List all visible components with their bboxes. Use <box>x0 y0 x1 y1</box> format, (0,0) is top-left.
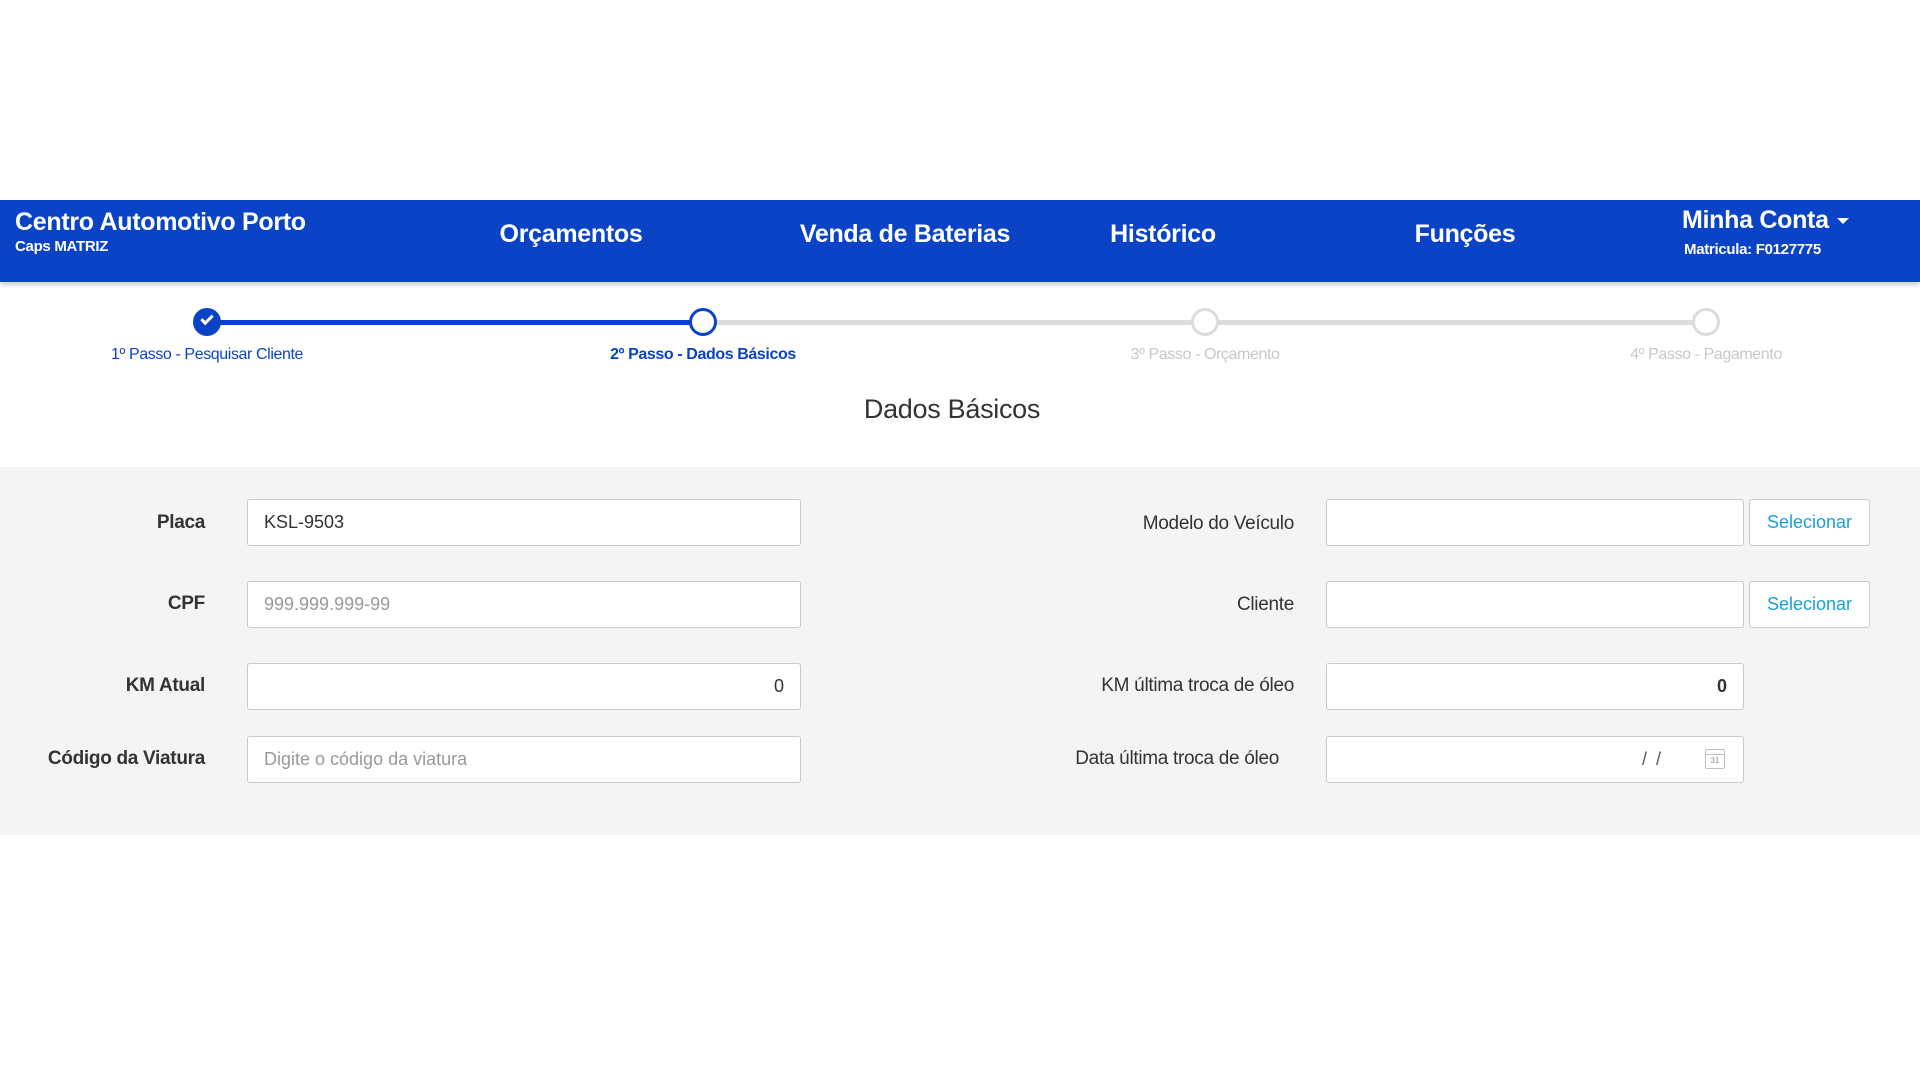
cpf-label: CPF <box>167 593 205 614</box>
km-atual-label: KM Atual <box>125 675 206 696</box>
account-label: Minha Conta <box>1682 206 1829 234</box>
step-3-label: 3º Passo - Orçamento <box>1130 346 1280 363</box>
brand[interactable]: Centro Automotivo Porto Caps MATRIZ <box>15 208 306 255</box>
km-ultima-troca-label: KM última troca de óleo <box>1101 675 1294 696</box>
km-atual-input[interactable] <box>247 663 801 710</box>
brand-name: Centro Automotivo Porto <box>15 208 306 236</box>
page-title: Dados Básicos <box>863 394 1041 424</box>
placa-input[interactable] <box>247 499 801 546</box>
nav-orcamentos[interactable]: Orçamentos <box>500 220 643 249</box>
nav-historico[interactable]: Histórico <box>1110 220 1216 249</box>
basic-data-form: Placa CPF KM Atual Código da Viatura Mod… <box>0 467 1920 835</box>
step-2-label: 2º Passo - Dados Básicos <box>610 346 796 363</box>
step-4-circle-icon <box>1692 308 1720 336</box>
date-value: / / <box>1641 749 1663 769</box>
km-ultima-troca-input[interactable] <box>1326 663 1744 710</box>
cliente-label: Cliente <box>1236 594 1294 615</box>
account-dropdown[interactable]: Minha Conta <box>1682 206 1849 235</box>
nav-venda-baterias[interactable]: Venda de Baterias <box>800 220 1011 249</box>
modelo-veiculo-input[interactable] <box>1326 499 1744 546</box>
step-3-circle-icon <box>1191 308 1219 336</box>
data-ultima-troca-label: Data última troca de óleo <box>1075 748 1279 769</box>
step-1-check-icon[interactable] <box>193 308 221 336</box>
step-2-circle-icon[interactable] <box>689 308 717 336</box>
account-menu[interactable]: Minha Conta Matricula: F0127775 <box>1682 206 1849 258</box>
calendar-icon[interactable]: 31 <box>1705 749 1725 769</box>
brand-subtitle: Caps MATRIZ <box>15 238 109 255</box>
top-navbar: Centro Automotivo Porto Caps MATRIZ Orça… <box>0 200 1920 282</box>
progress-stepper: 1º Passo - Pesquisar Cliente 2º Passo - … <box>0 300 1920 380</box>
cliente-input[interactable] <box>1326 581 1744 628</box>
step-4-label: 4º Passo - Pagamento <box>1630 346 1782 363</box>
data-ultima-troca-input[interactable]: / / 31 <box>1326 736 1744 783</box>
account-matricula: Matricula: F0127775 <box>1684 241 1821 258</box>
codigo-viatura-input[interactable] <box>247 736 801 783</box>
select-modelo-button[interactable]: Selecionar <box>1749 499 1870 546</box>
stepper-track-completed <box>207 320 703 325</box>
select-cliente-button[interactable]: Selecionar <box>1749 581 1870 628</box>
cpf-input[interactable] <box>247 581 801 628</box>
modelo-veiculo-label: Modelo do Veículo <box>1142 513 1295 534</box>
placa-label: Placa <box>156 512 205 533</box>
codigo-viatura-label: Código da Viatura <box>47 748 205 769</box>
nav-funcoes[interactable]: Funções <box>1415 220 1516 249</box>
step-1-label[interactable]: 1º Passo - Pesquisar Cliente <box>111 346 303 364</box>
caret-down-icon <box>1836 217 1849 224</box>
